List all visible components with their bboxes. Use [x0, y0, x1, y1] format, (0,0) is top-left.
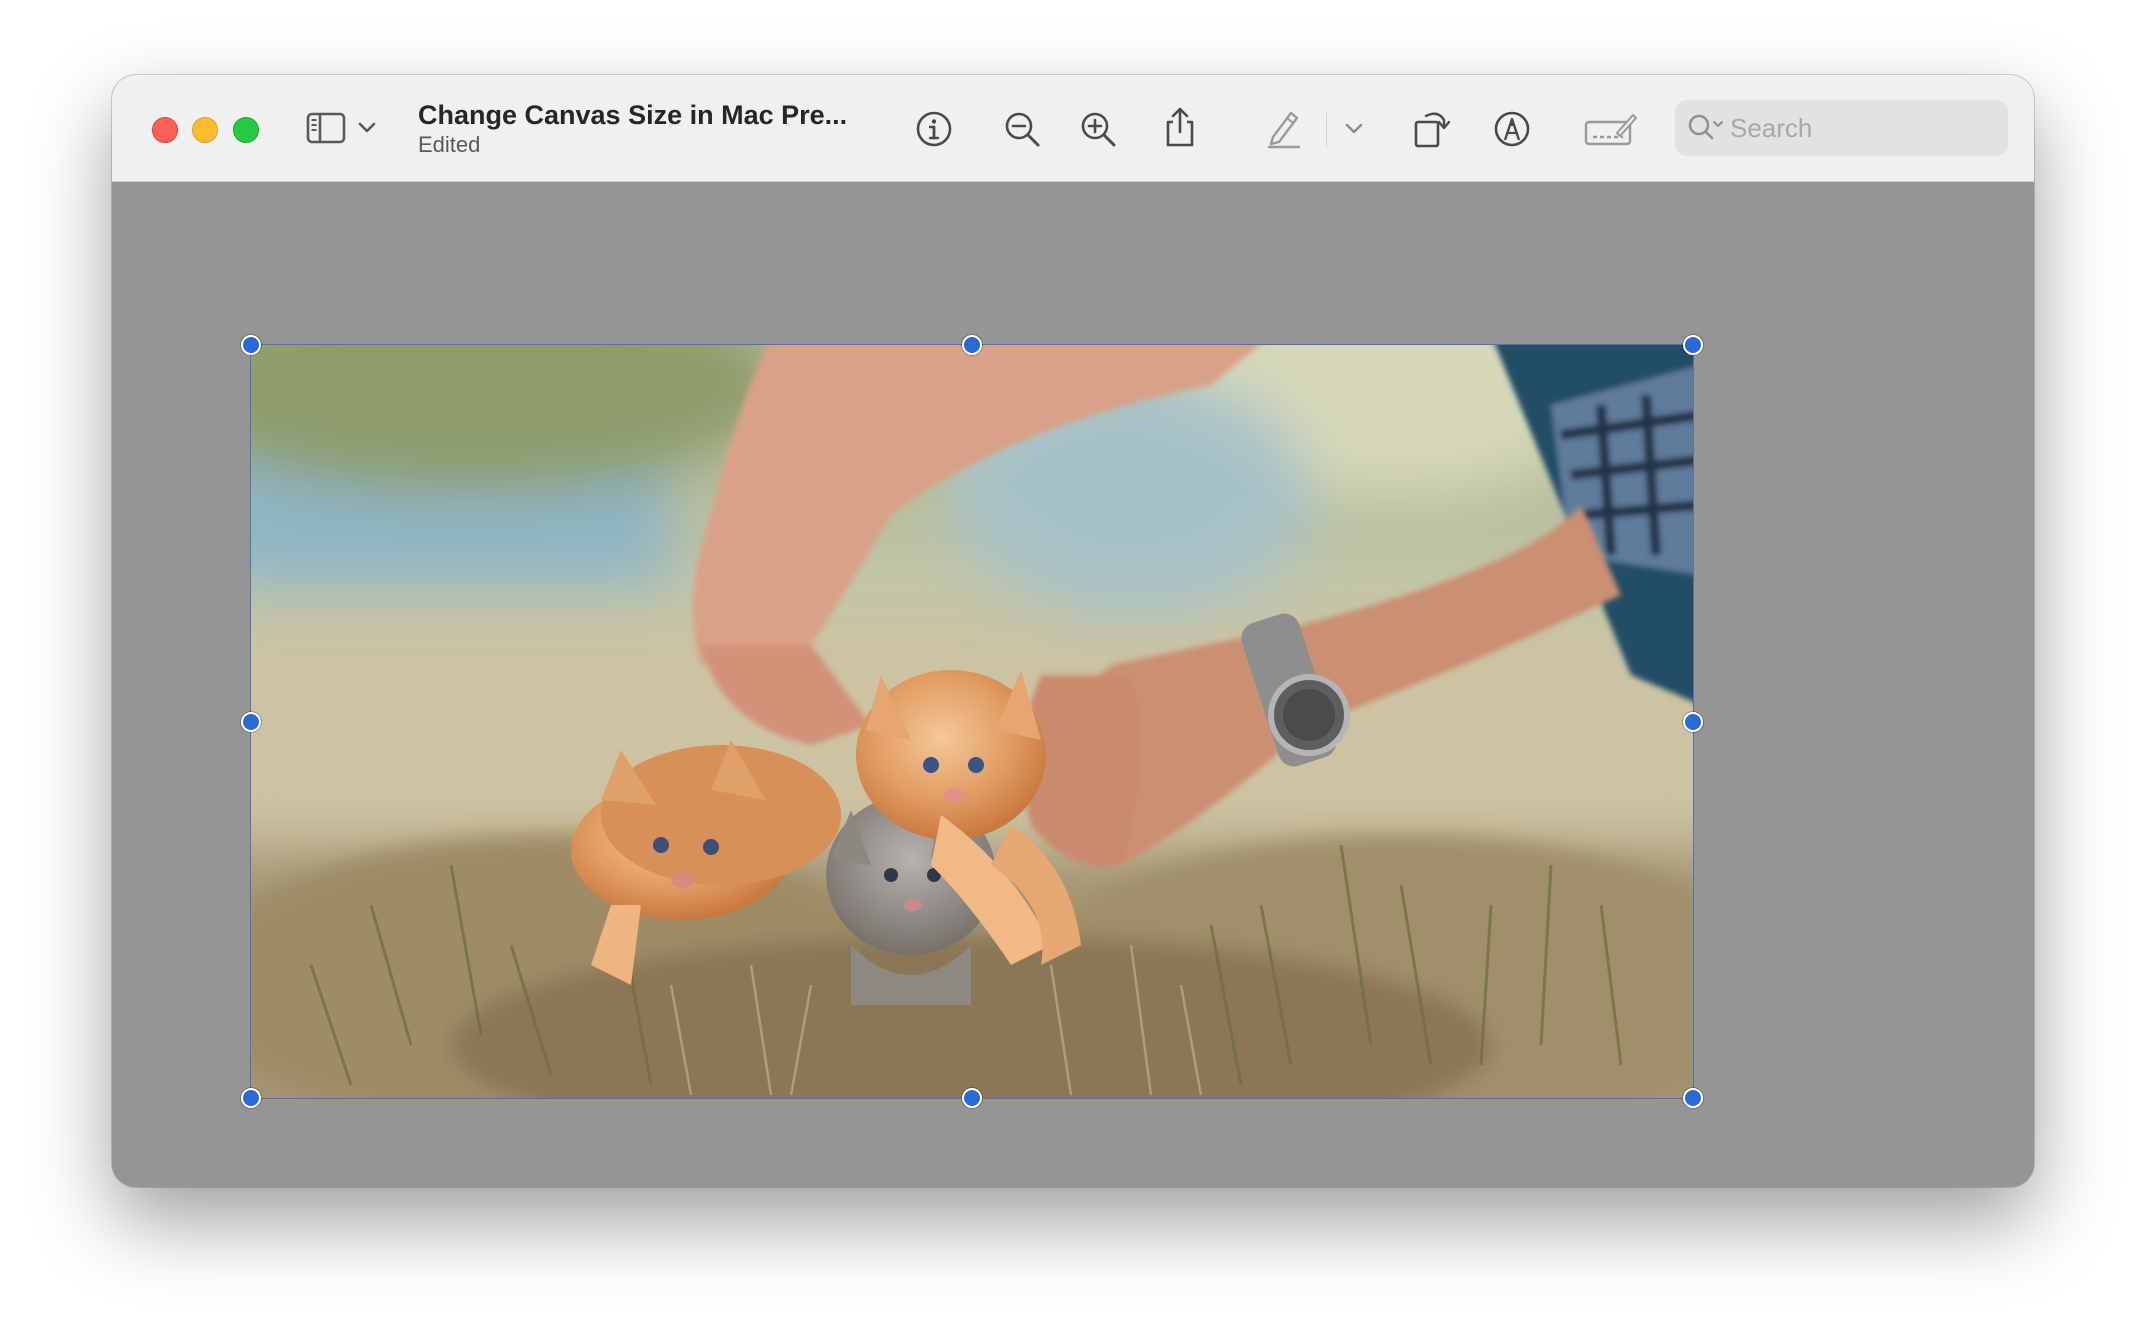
resize-handle-top-right[interactable]: [1683, 335, 1703, 355]
preview-window: Change Canvas Size in Mac Pre... Edited: [112, 75, 2034, 1187]
search-icon: [1687, 113, 1725, 148]
annotate-icon: [1493, 110, 1531, 148]
zoom-button[interactable]: [233, 117, 259, 143]
markup-button[interactable]: [1264, 107, 1304, 149]
annotate-button[interactable]: [1492, 109, 1532, 149]
minimize-button[interactable]: [192, 117, 218, 143]
document-canvas[interactable]: [112, 182, 2034, 1187]
resize-handle-bottom-center[interactable]: [962, 1088, 982, 1108]
resize-handle-bottom-right[interactable]: [1683, 1088, 1703, 1108]
info-button[interactable]: [914, 109, 954, 149]
search-placeholder: Search: [1730, 113, 1813, 143]
document-title[interactable]: Change Canvas Size in Mac Pre...: [418, 98, 858, 132]
document-title-block: Change Canvas Size in Mac Pre... Edited: [418, 98, 858, 158]
zoom-in-icon: [1079, 110, 1117, 148]
zoom-out-button[interactable]: [1002, 109, 1042, 149]
markup-pen-icon: [1265, 107, 1303, 149]
document-status: Edited: [418, 132, 481, 157]
resize-handle-top-center[interactable]: [962, 335, 982, 355]
signature-button[interactable]: [1582, 109, 1638, 149]
close-button[interactable]: [152, 117, 178, 143]
resize-handle-top-left[interactable]: [241, 335, 261, 355]
search-field[interactable]: Search: [1675, 100, 2008, 156]
share-icon: [1162, 105, 1198, 149]
markup-options-button[interactable]: [1342, 119, 1366, 139]
title-bar: Change Canvas Size in Mac Pre... Edited: [112, 75, 2034, 182]
resize-handle-middle-left[interactable]: [241, 712, 261, 732]
info-icon: [915, 110, 953, 148]
rotate-icon: [1412, 105, 1452, 149]
share-button[interactable]: [1160, 105, 1200, 149]
sidebar-icon: [306, 111, 346, 145]
chevron-down-icon: [358, 122, 376, 134]
rotate-button[interactable]: [1412, 105, 1452, 149]
toolbar-divider: [1326, 113, 1327, 147]
signature-icon: [1583, 109, 1637, 149]
zoom-in-button[interactable]: [1078, 109, 1118, 149]
zoom-out-icon: [1003, 110, 1041, 148]
resize-handle-bottom-left[interactable]: [241, 1088, 261, 1108]
chevron-down-icon: [1345, 123, 1363, 135]
resize-handle-middle-right[interactable]: [1683, 712, 1703, 732]
kittens-photo[interactable]: [251, 345, 1693, 1098]
sidebar-toggle-button[interactable]: [304, 111, 380, 147]
